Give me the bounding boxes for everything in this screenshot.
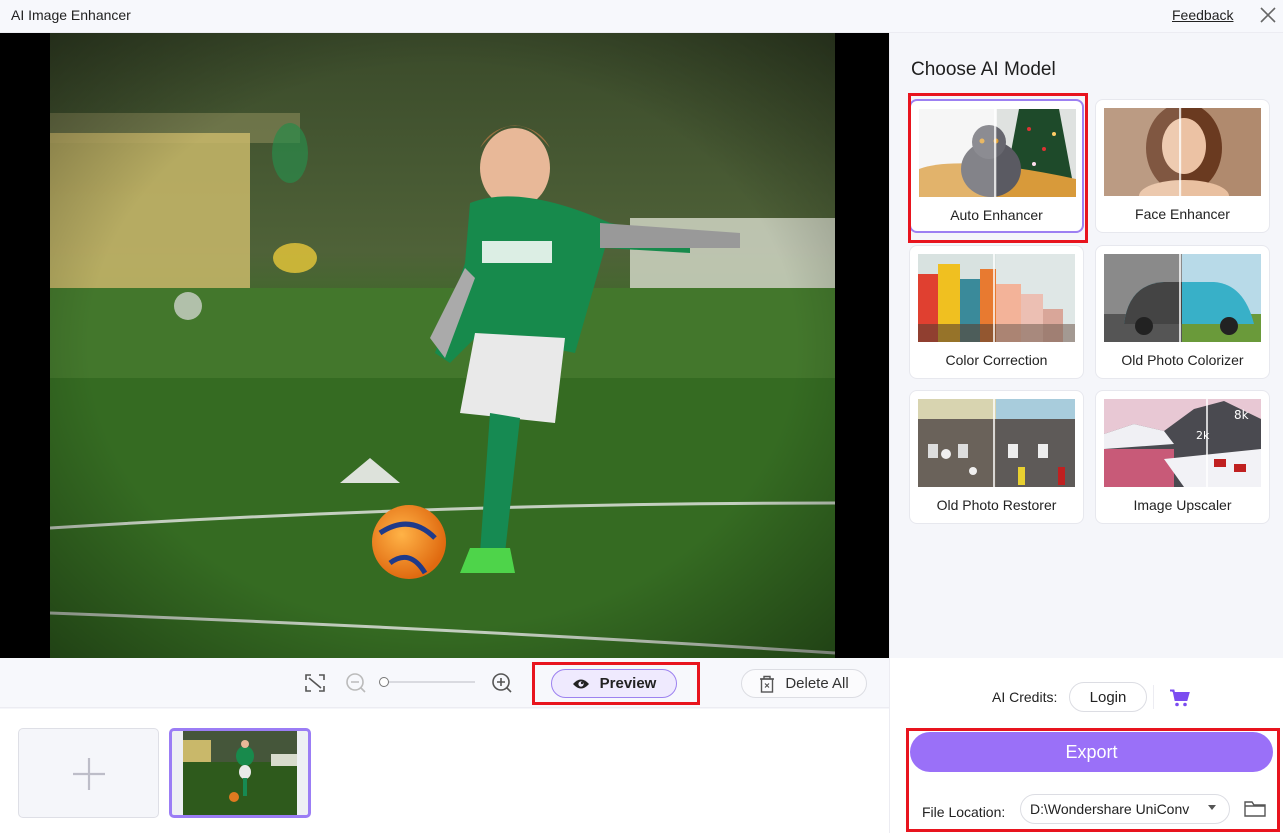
zoom-out-icon[interactable] — [345, 672, 367, 694]
feedback-link[interactable]: Feedback — [1172, 7, 1233, 23]
cart-icon[interactable] — [1170, 689, 1190, 707]
model-label: Face Enhancer — [1135, 206, 1230, 222]
model-label: Old Photo Colorizer — [1121, 352, 1244, 368]
color-correction-preview — [918, 254, 1075, 342]
model-card-old-photo-colorizer[interactable]: Old Photo Colorizer — [1095, 245, 1270, 379]
canvas-toolbar: Preview Delete All — [0, 658, 889, 708]
compare-divider — [993, 399, 995, 487]
file-location-value: D:\Wondershare UniConv — [1030, 801, 1190, 817]
auto-enhancer-preview — [919, 109, 1076, 197]
model-panel: Choose AI Model Auto Enhancer Face Enhan… — [889, 33, 1283, 658]
compare-divider — [1179, 108, 1181, 196]
eye-icon — [572, 679, 589, 688]
folder-icon[interactable] — [1244, 800, 1266, 818]
upscaler-badge-8k: 8k — [1234, 408, 1249, 422]
compare-divider — [1179, 254, 1181, 342]
model-card-image-upscaler[interactable]: 2k 8k Image Upscaler — [1095, 390, 1270, 524]
thumbnail-item[interactable] — [169, 728, 311, 818]
fit-screen-icon[interactable] — [304, 673, 326, 693]
file-location-label: File Location: — [922, 804, 1006, 820]
image-upscaler-preview: 2k 8k — [1104, 399, 1261, 487]
plus-icon — [73, 758, 105, 790]
add-image-button[interactable] — [18, 728, 159, 818]
separator — [1153, 685, 1154, 709]
model-panel-title: Choose AI Model — [911, 59, 1056, 80]
model-card-face-enhancer[interactable]: Face Enhancer — [1095, 99, 1270, 233]
compare-divider — [994, 109, 996, 197]
model-card-auto-enhancer[interactable]: Auto Enhancer — [909, 99, 1084, 233]
model-label: Color Correction — [945, 352, 1048, 368]
ai-credits-label: AI Credits: — [992, 689, 1058, 705]
old-photo-restorer-preview — [918, 399, 1075, 487]
model-label: Old Photo Restorer — [936, 497, 1057, 513]
export-panel: AI Credits: Login Export File Location: … — [889, 658, 1283, 833]
export-button[interactable]: Export — [910, 732, 1273, 772]
model-label: Auto Enhancer — [950, 207, 1043, 223]
trash-icon — [760, 675, 775, 693]
face-enhancer-preview — [1104, 108, 1261, 196]
zoom-slider-track[interactable] — [385, 681, 475, 683]
zoom-in-icon[interactable] — [491, 672, 513, 694]
title-bar: AI Image Enhancer Feedback — [0, 0, 1283, 33]
model-label: Image Upscaler — [1133, 497, 1232, 513]
preview-label: Preview — [599, 675, 657, 692]
compare-divider — [993, 254, 995, 342]
old-photo-colorizer-preview — [1104, 254, 1261, 342]
chevron-down-icon — [1208, 805, 1216, 810]
file-location-select[interactable]: D:\Wondershare UniConv — [1020, 794, 1230, 824]
thumbnail-strip — [0, 709, 889, 833]
model-card-old-photo-restorer[interactable]: Old Photo Restorer — [909, 390, 1084, 524]
preview-button[interactable]: Preview — [551, 669, 677, 698]
zoom-slider-knob[interactable] — [379, 677, 389, 687]
compare-divider — [1206, 399, 1208, 487]
close-icon[interactable] — [1258, 5, 1278, 25]
main-photo — [50, 33, 835, 658]
model-card-color-correction[interactable]: Color Correction — [909, 245, 1084, 379]
image-canvas — [0, 33, 889, 658]
delete-all-label: Delete All — [785, 675, 849, 692]
thumbnail-image — [183, 731, 297, 815]
delete-all-button[interactable]: Delete All — [741, 669, 867, 698]
login-button[interactable]: Login — [1069, 682, 1147, 712]
app-title: AI Image Enhancer — [11, 7, 131, 23]
